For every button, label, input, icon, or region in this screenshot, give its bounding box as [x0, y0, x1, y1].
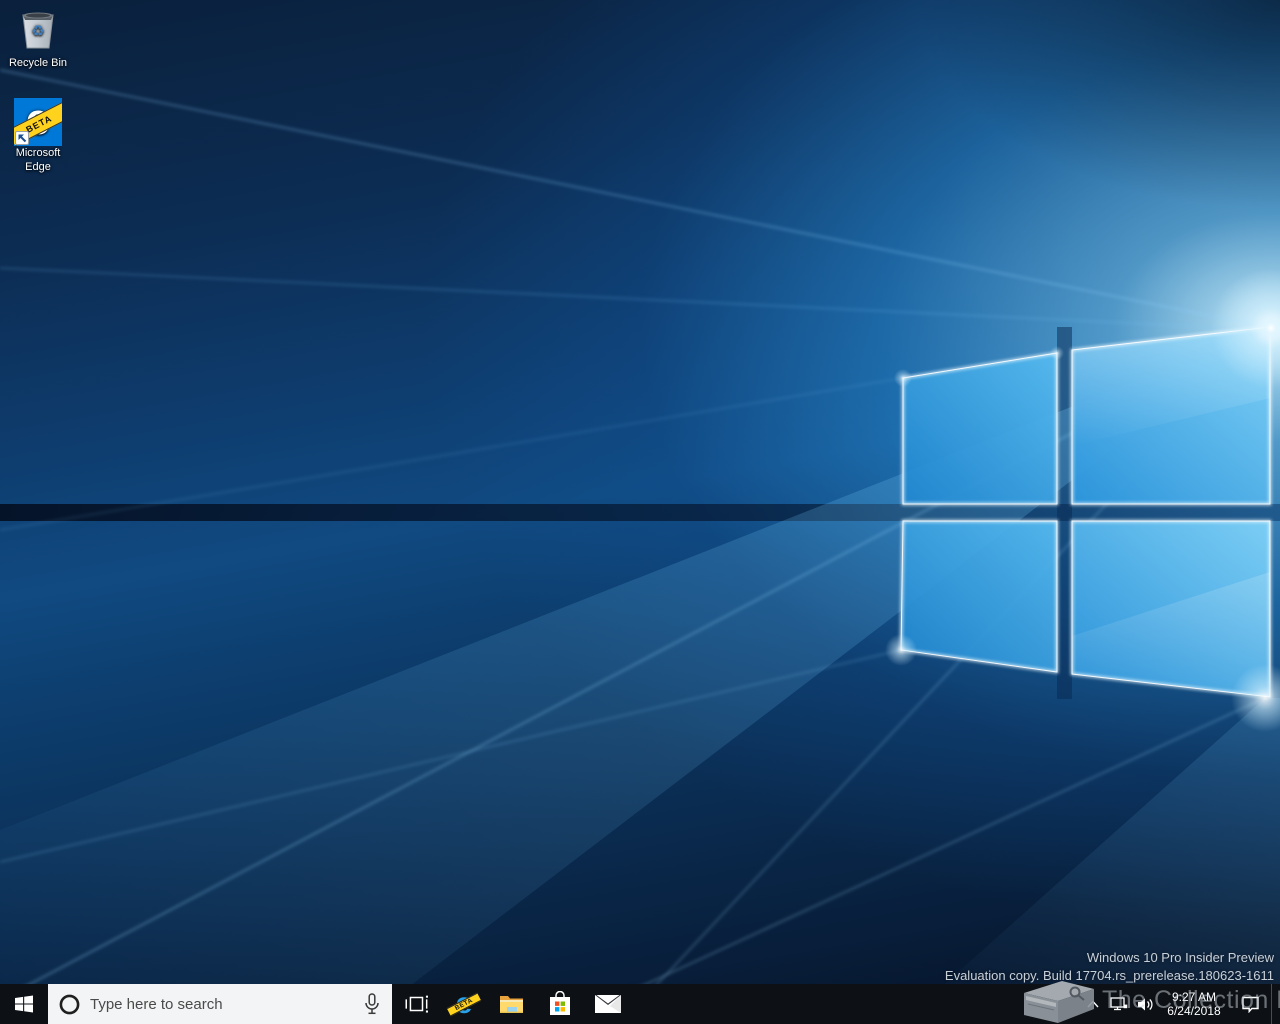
edge-beta-taskbar-button[interactable]: e BETA [440, 984, 488, 1024]
action-center-icon [1241, 996, 1259, 1013]
task-view-icon [405, 995, 428, 1013]
clock-tray-button[interactable]: 9:27 AM 6/24/2018 [1159, 984, 1229, 1024]
network-ethernet-icon [1109, 997, 1127, 1011]
microsoft-store-icon [550, 991, 570, 1015]
windows-start-icon [15, 995, 33, 1013]
svg-text:♻: ♻ [31, 22, 44, 40]
mail-button[interactable] [584, 984, 632, 1024]
tray-time: 9:27 AM [1171, 990, 1217, 1004]
system-tray: 9:27 AM 6/24/2018 [1081, 984, 1280, 1024]
task-view-button[interactable] [392, 984, 440, 1024]
speaker-icon [1138, 998, 1153, 1010]
desktop-icon-recycle-bin[interactable]: ♻ Recycle Bin [0, 6, 76, 70]
file-explorer-button[interactable] [488, 984, 536, 1024]
recycle-bin-label: Recycle Bin [8, 57, 68, 69]
edge-beta-icon: e BETA [14, 98, 62, 146]
action-center-button[interactable] [1229, 984, 1271, 1024]
taskbar-empty-area [632, 984, 1081, 1024]
desktop-icon-microsoft-edge[interactable]: e BETA Microsoft Edge [0, 98, 76, 174]
tray-date: 6/24/2018 [1167, 1004, 1221, 1018]
file-explorer-icon [500, 996, 523, 1013]
taskbar: e BETA [0, 984, 1280, 1024]
edge-beta-taskbar-icon: e BETA [446, 989, 482, 1019]
microsoft-store-button[interactable] [536, 984, 584, 1024]
shortcut-arrow-icon [15, 131, 29, 145]
show-desktop-button[interactable] [1271, 984, 1280, 1024]
desktop-wallpaper [0, 0, 1280, 1024]
edge-label-line1: Microsoft [15, 147, 61, 159]
edge-label-line2: Edge [25, 161, 51, 173]
volume-tray-button[interactable] [1132, 984, 1159, 1024]
chevron-up-icon [1087, 1000, 1099, 1008]
network-tray-button[interactable] [1105, 984, 1132, 1024]
microphone-icon[interactable] [364, 993, 380, 1015]
cortana-icon [59, 994, 80, 1014]
start-button[interactable] [0, 984, 48, 1024]
search-input[interactable] [90, 995, 358, 1013]
taskbar-search-box[interactable] [48, 984, 392, 1024]
show-hidden-icons-button[interactable] [1081, 984, 1105, 1024]
recycle-bin-icon: ♻ [15, 6, 61, 56]
mail-icon [595, 995, 621, 1013]
